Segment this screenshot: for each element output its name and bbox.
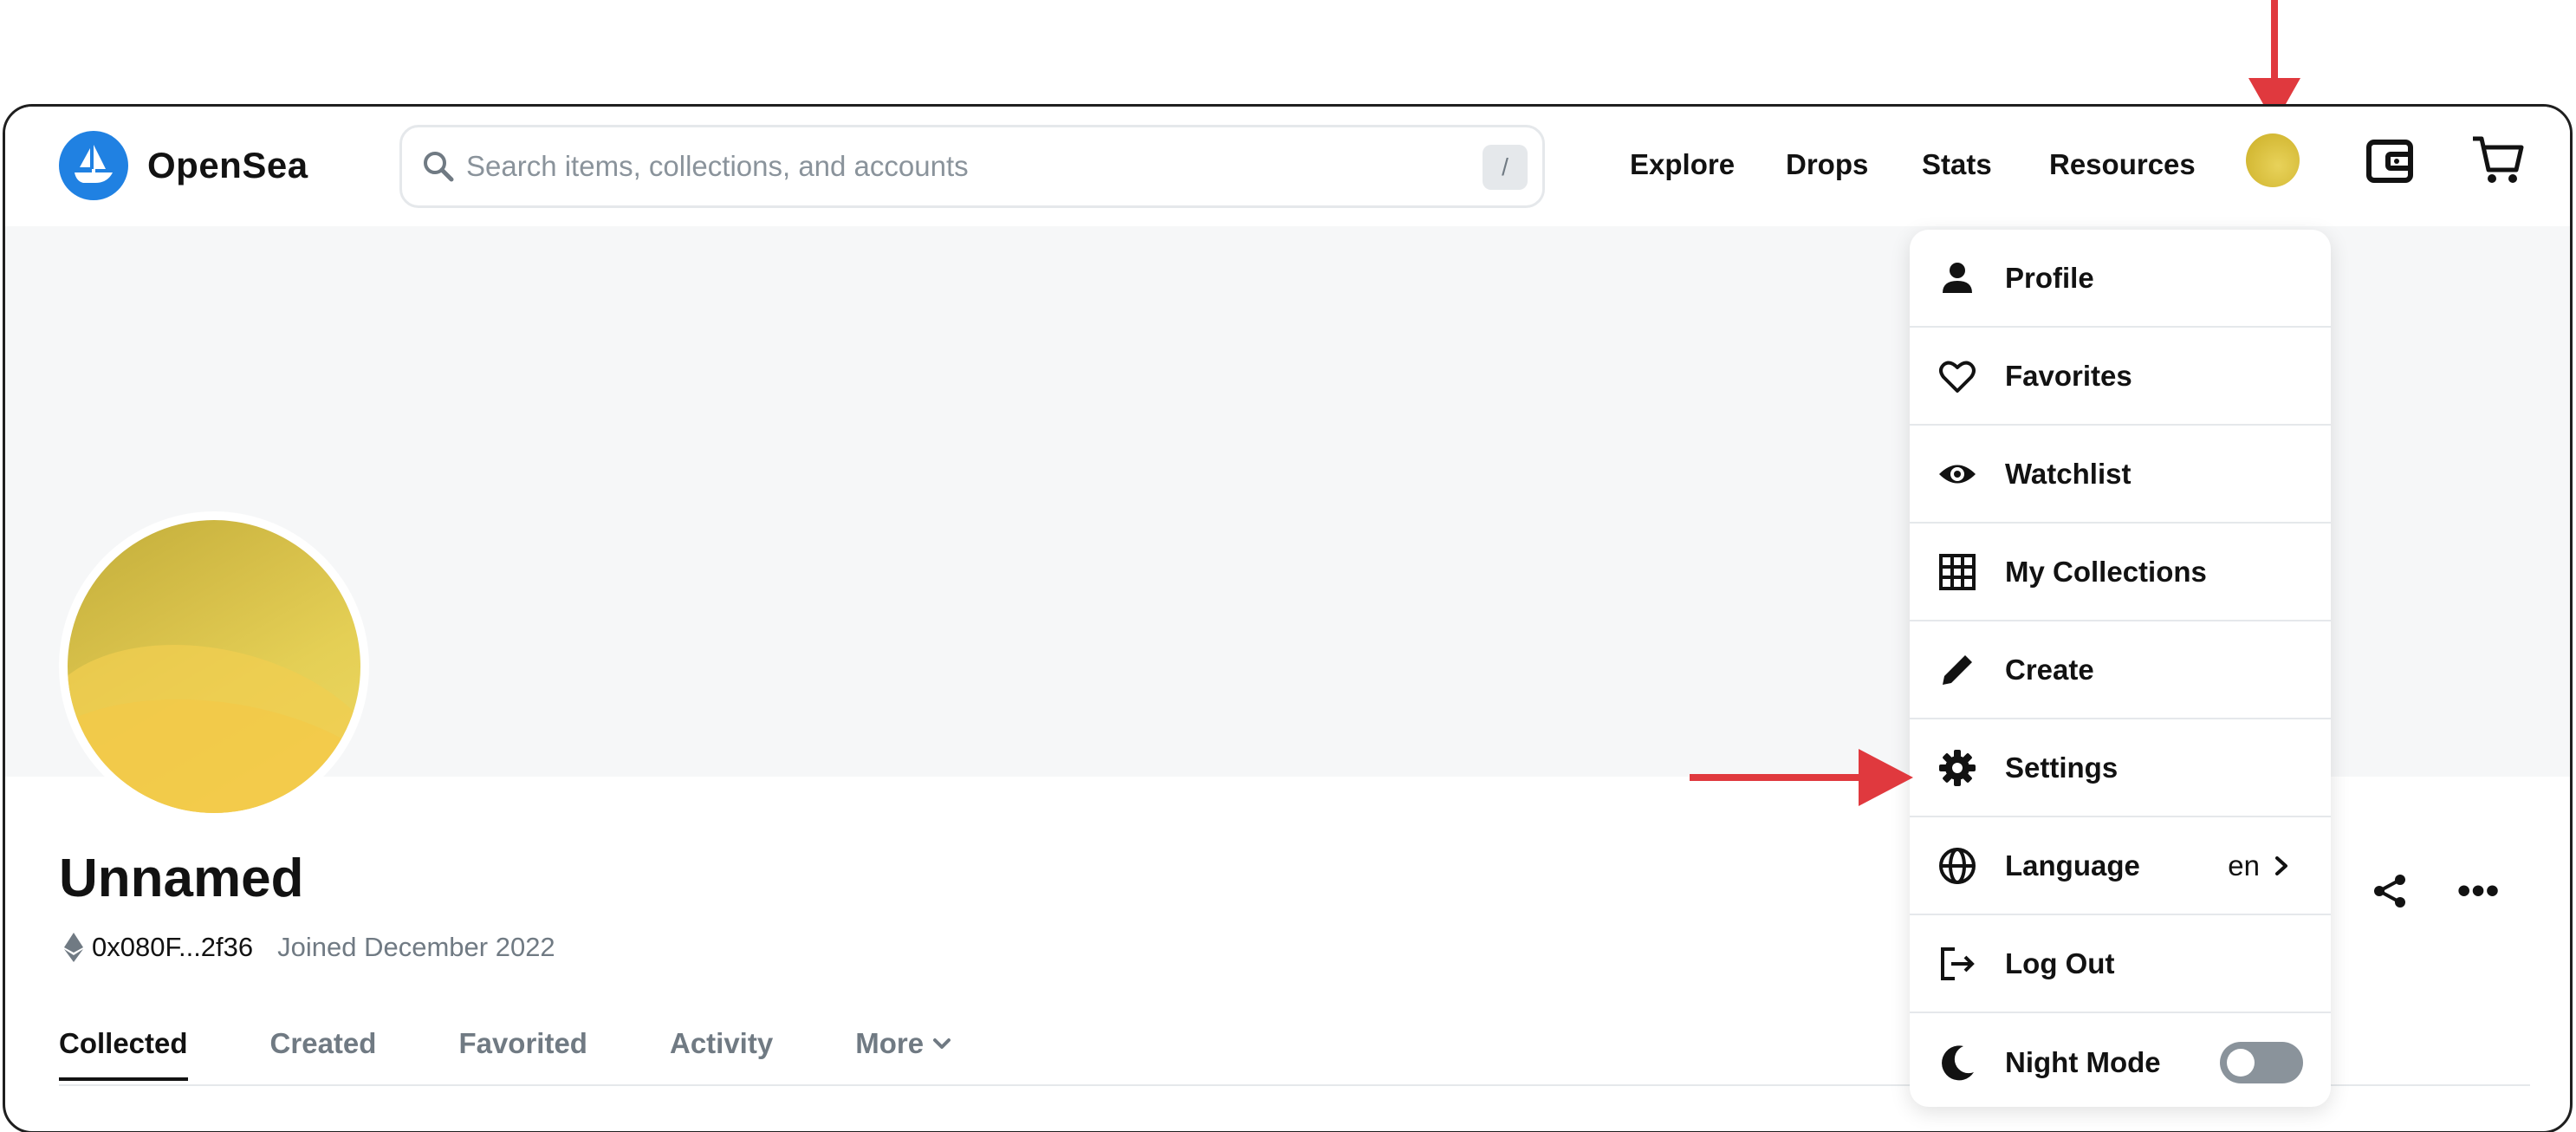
search-bar[interactable]: / bbox=[399, 125, 1545, 208]
menu-item-night-mode: Night Mode bbox=[1910, 1013, 2331, 1107]
ethereum-icon bbox=[64, 933, 83, 962]
search-input[interactable] bbox=[466, 150, 1463, 183]
menu-item-favorites[interactable]: Favorites bbox=[1910, 328, 2331, 426]
menu-item-watchlist[interactable]: Watchlist bbox=[1910, 426, 2331, 524]
menu-item-my-collections[interactable]: My Collections bbox=[1910, 524, 2331, 621]
browser-frame: OpenSea / Explore Drops Stats Resources bbox=[3, 104, 2573, 1132]
profile-tabs: Collected Created Favorited Activity Mor… bbox=[59, 1027, 1035, 1081]
cart-icon[interactable] bbox=[2469, 132, 2527, 189]
account-dropdown-menu: Profile Favorites Watchlist My Collectio… bbox=[1910, 230, 2331, 1107]
nav-link-stats[interactable]: Stats bbox=[1922, 148, 1992, 181]
heart-icon bbox=[1939, 361, 1976, 393]
share-icon[interactable] bbox=[2371, 871, 2411, 911]
menu-item-language[interactable]: Language en bbox=[1910, 817, 2331, 915]
night-mode-toggle[interactable] bbox=[2220, 1041, 2303, 1083]
logout-icon bbox=[1941, 947, 1975, 980]
nav-link-explore[interactable]: Explore bbox=[1630, 148, 1735, 181]
tab-activity[interactable]: Activity bbox=[670, 1027, 773, 1081]
search-shortcut-key: / bbox=[1483, 145, 1528, 190]
brand-name: OpenSea bbox=[147, 145, 308, 185]
person-icon bbox=[1943, 262, 1972, 293]
gear-icon bbox=[1939, 749, 1976, 786]
tab-collected[interactable]: Collected bbox=[59, 1027, 188, 1081]
tab-more[interactable]: More bbox=[855, 1027, 953, 1081]
tab-created[interactable]: Created bbox=[270, 1027, 377, 1081]
wallet-address[interactable]: 0x080F...2f36 bbox=[92, 932, 253, 963]
moon-icon bbox=[1942, 1044, 1974, 1080]
profile-meta: 0x080F...2f36 Joined December 2022 bbox=[64, 932, 555, 963]
search-icon bbox=[424, 152, 454, 182]
tab-favorited[interactable]: Favorited bbox=[458, 1027, 587, 1081]
account-avatar-button[interactable] bbox=[2246, 133, 2300, 187]
grid-icon bbox=[1939, 553, 1976, 590]
globe-icon bbox=[1939, 847, 1976, 884]
nav-link-resources[interactable]: Resources bbox=[2049, 148, 2196, 181]
joined-date: Joined December 2022 bbox=[277, 932, 555, 962]
chevron-right-icon bbox=[2275, 856, 2287, 875]
chevron-down-icon bbox=[933, 1038, 951, 1049]
more-options-icon[interactable]: ••• bbox=[2457, 869, 2500, 913]
logo[interactable]: OpenSea bbox=[59, 131, 308, 200]
pencil-icon bbox=[1943, 654, 1972, 685]
eye-icon bbox=[1939, 465, 1976, 483]
menu-item-create[interactable]: Create bbox=[1910, 621, 2331, 719]
menu-item-log-out[interactable]: Log Out bbox=[1910, 915, 2331, 1013]
menu-item-settings[interactable]: Settings bbox=[1910, 719, 2331, 817]
opensea-logo-icon bbox=[59, 131, 128, 200]
nav-link-drops[interactable]: Drops bbox=[1786, 148, 1868, 181]
menu-item-profile[interactable]: Profile bbox=[1910, 230, 2331, 328]
wallet-icon[interactable] bbox=[2364, 135, 2416, 187]
profile-avatar[interactable] bbox=[59, 511, 369, 822]
language-value: en bbox=[2228, 849, 2291, 882]
annotation-arrow-right bbox=[1690, 749, 1913, 806]
top-nav: OpenSea / Explore Drops Stats Resources bbox=[5, 107, 2570, 226]
profile-name: Unnamed bbox=[59, 849, 304, 908]
